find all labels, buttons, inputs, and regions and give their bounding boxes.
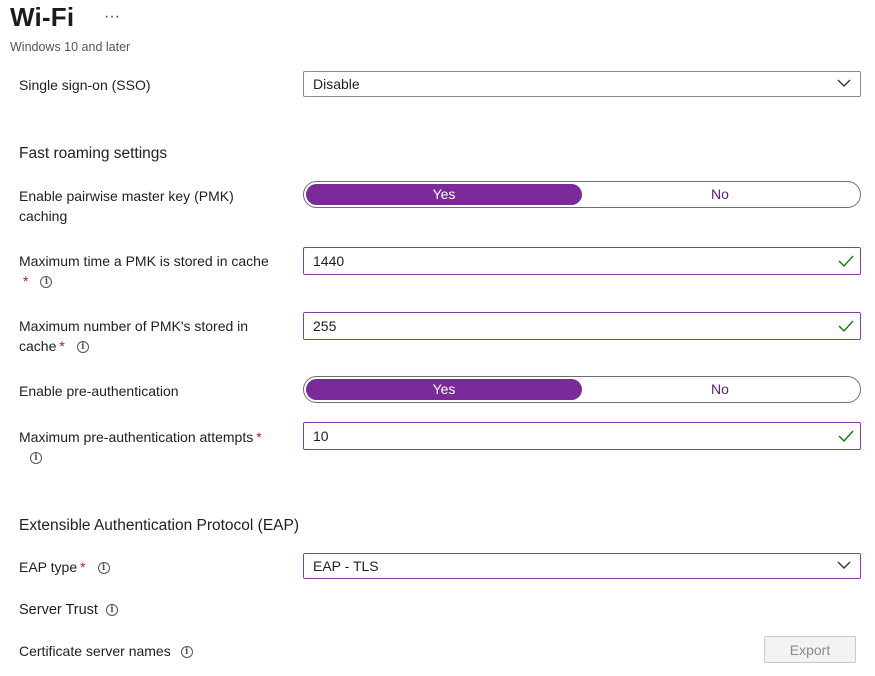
pre-auth-toggle[interactable]: Yes No	[303, 376, 861, 403]
fast-roaming-heading: Fast roaming settings	[19, 145, 168, 162]
info-icon[interactable]: i	[180, 646, 193, 659]
info-icon[interactable]: i	[30, 452, 42, 465]
pmk-count-value: 255	[313, 318, 337, 334]
required-marker: *	[23, 273, 29, 289]
pmk-caching-yes-option[interactable]: Yes	[306, 184, 582, 205]
required-marker: *	[256, 429, 262, 445]
pre-auth-attempts-value: 10	[313, 428, 329, 444]
server-trust-label-text: Server Trust	[19, 602, 98, 618]
required-marker: *	[59, 338, 65, 354]
eap-type-dropdown[interactable]: EAP - TLS	[303, 553, 861, 579]
sso-label: Single sign-on (SSO)	[19, 77, 151, 93]
more-options-icon[interactable]: ···	[104, 8, 120, 26]
sso-value: Disable	[313, 76, 360, 92]
page-title: Wi-Fi	[10, 2, 75, 32]
info-icon[interactable]: i	[76, 341, 89, 354]
checkmark-icon	[838, 430, 854, 443]
pmk-time-label: Maximum time a PMK is stored in cache * i	[19, 251, 269, 291]
pmk-count-label: Maximum number of PMK's stored in cache *…	[19, 316, 248, 356]
chevron-down-icon	[837, 561, 851, 569]
eap-type-label: EAP type * i	[19, 557, 110, 577]
pmk-caching-label-line1: Enable pairwise master key (PMK)	[19, 188, 234, 204]
pre-auth-yes-option[interactable]: Yes	[306, 379, 582, 400]
server-trust-label: Server Trust i	[19, 600, 118, 620]
eap-type-label-text: EAP type	[19, 559, 78, 575]
eap-type-value: EAP - TLS	[313, 558, 379, 574]
pmk-count-input[interactable]: 255	[303, 312, 861, 340]
pmk-time-value: 1440	[313, 253, 345, 269]
checkmark-icon	[838, 255, 854, 268]
required-marker: *	[80, 559, 86, 575]
cert-server-names-label-text: Certificate server names	[19, 643, 171, 659]
export-button[interactable]: Export	[764, 636, 856, 663]
eap-heading: Extensible Authentication Protocol (EAP)	[19, 517, 300, 534]
pmk-caching-no-option[interactable]: No	[582, 184, 858, 205]
pmk-count-label-line1: Maximum number of PMK's stored in	[19, 318, 249, 334]
info-icon[interactable]: i	[40, 276, 53, 289]
info-icon[interactable]: i	[97, 562, 110, 575]
pmk-caching-toggle[interactable]: Yes No	[303, 181, 861, 208]
pmk-time-label-text: Maximum time a PMK is stored in cache	[19, 253, 269, 269]
pmk-caching-label-line2: caching	[19, 208, 68, 224]
pre-auth-label: Enable pre-authentication	[19, 383, 179, 399]
pmk-time-input[interactable]: 1440	[303, 247, 861, 275]
info-icon[interactable]: i	[105, 604, 118, 617]
pmk-caching-label: Enable pairwise master key (PMK) caching	[19, 186, 234, 226]
sso-dropdown[interactable]: Disable	[303, 71, 861, 97]
page-subtitle: Windows 10 and later	[10, 40, 131, 54]
chevron-down-icon	[837, 79, 851, 87]
cert-server-names-label: Certificate server names i	[19, 641, 193, 661]
pre-auth-no-option[interactable]: No	[582, 379, 858, 400]
pre-auth-attempts-label-text: Maximum pre-authentication attempts	[19, 429, 254, 445]
pmk-count-label-line2: cache	[19, 338, 57, 354]
pre-auth-attempts-label: Maximum pre-authentication attempts * i	[19, 427, 262, 467]
pre-auth-attempts-input[interactable]: 10	[303, 422, 861, 450]
checkmark-icon	[838, 320, 854, 333]
